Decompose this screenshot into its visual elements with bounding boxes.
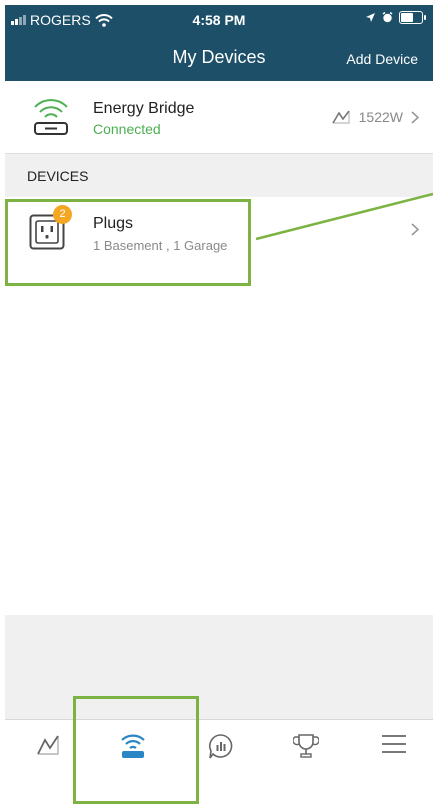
tab-bar	[5, 719, 433, 777]
alarm-icon	[382, 12, 393, 23]
status-bar: ROGERS 4:58 PM	[5, 5, 433, 33]
location-icon	[366, 13, 375, 22]
chat-insights-icon[interactable]	[207, 732, 235, 760]
menu-icon[interactable]	[381, 732, 407, 756]
battery-icon	[399, 11, 426, 24]
app-screen: ROGERS 4:58 PM My Devices Add Device Ene…	[5, 5, 433, 777]
plugs-device-row[interactable]: 2 Plugs 1 Basement , 1 Garage	[5, 197, 433, 287]
section-title: DEVICES	[27, 168, 89, 184]
device-name: Plugs	[93, 215, 134, 232]
devices-section-header: DEVICES	[5, 154, 433, 197]
bridge-status: Connected	[93, 121, 161, 137]
devices-icon[interactable]	[119, 732, 147, 760]
add-device-button[interactable]: Add Device	[346, 51, 418, 67]
energy-bridge-row[interactable]: Energy Bridge Connected 1522W	[5, 81, 433, 154]
usage-graph-icon[interactable]	[35, 732, 61, 758]
bridge-name: Energy Bridge	[93, 100, 195, 117]
list-footer-area	[5, 615, 433, 719]
device-locations: 1 Basement , 1 Garage	[93, 238, 228, 253]
chevron-right-icon	[411, 223, 419, 236]
chevron-right-icon	[411, 110, 419, 124]
app-header: ROGERS 4:58 PM My Devices Add Device	[5, 5, 433, 81]
device-count-badge: 2	[53, 205, 72, 224]
energy-bridge-icon	[34, 99, 68, 135]
power-reading: 1522W	[358, 109, 403, 125]
usage-graph-icon	[331, 110, 350, 124]
empty-list-area	[5, 287, 433, 616]
trophy-icon[interactable]	[293, 732, 319, 760]
